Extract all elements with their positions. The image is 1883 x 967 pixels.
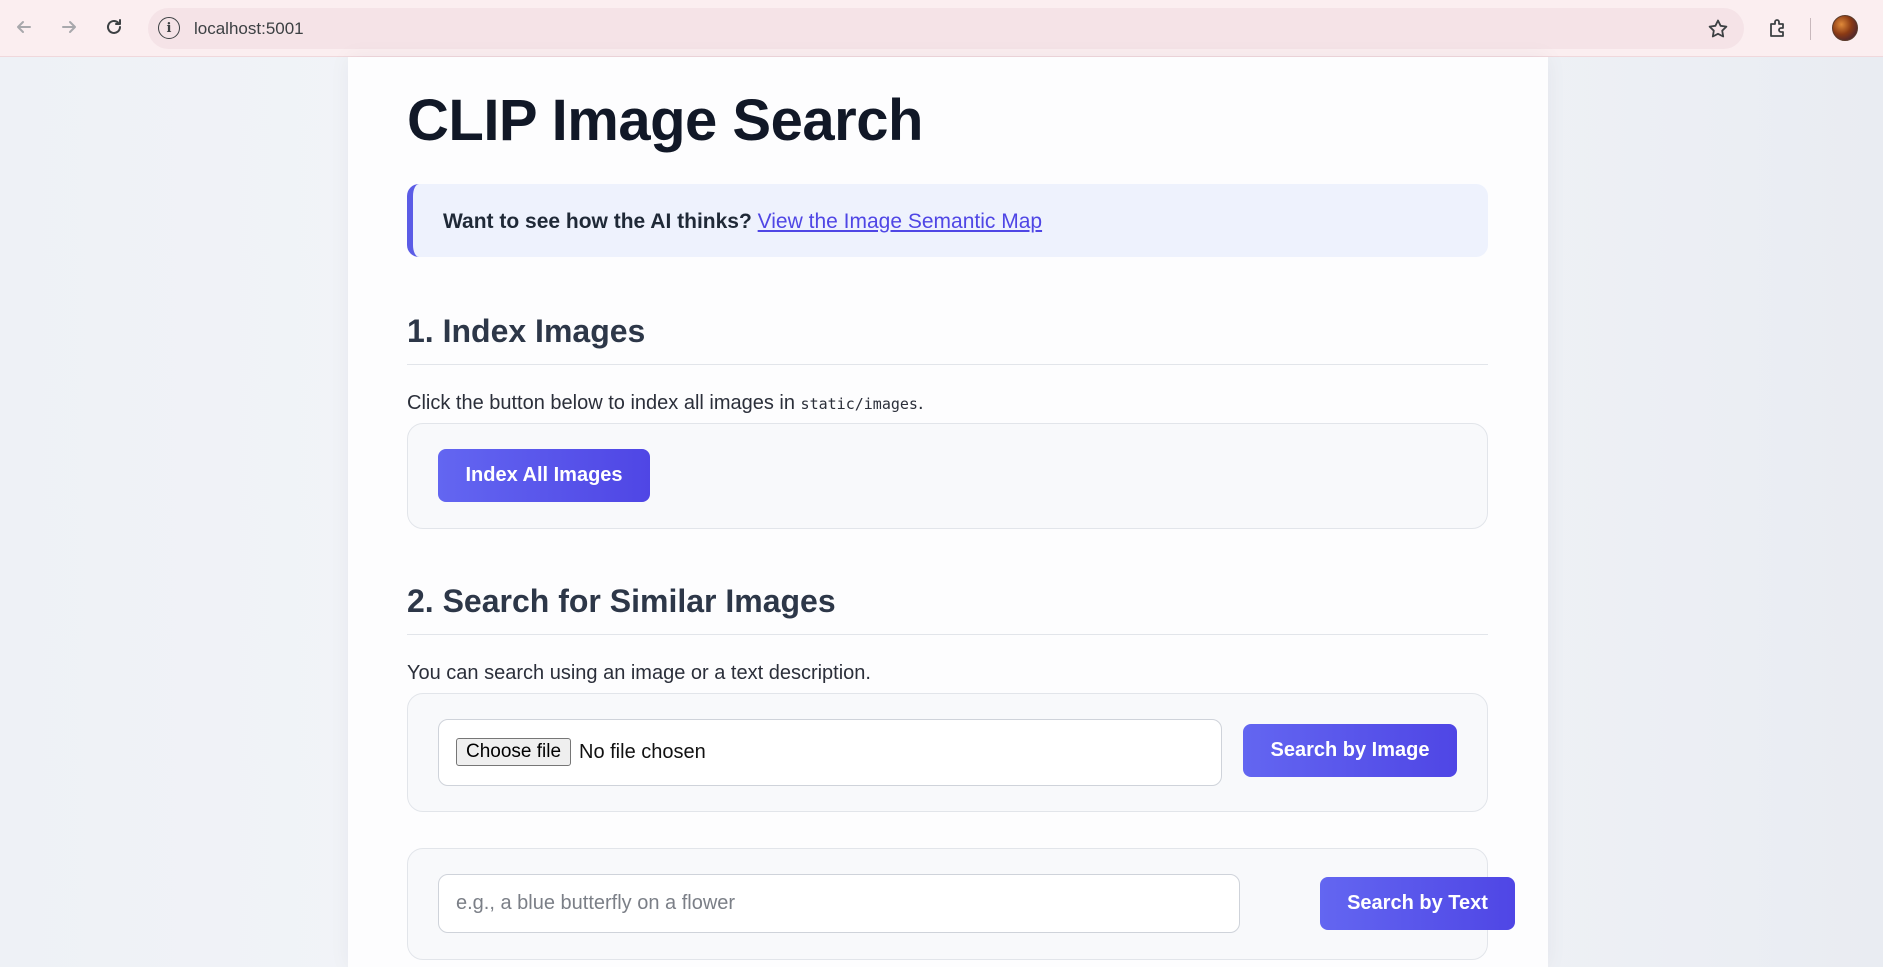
index-section-description: Click the button below to index all imag… bbox=[407, 392, 924, 415]
address-url: localhost:5001 bbox=[194, 19, 304, 38]
text-search-input[interactable] bbox=[438, 874, 1240, 933]
site-info-icon[interactable]: i bbox=[158, 17, 180, 39]
choose-file-button[interactable]: Choose file bbox=[456, 738, 572, 766]
image-search-card: Choose file No file chosen Search by Ima… bbox=[407, 693, 1488, 812]
extensions-icon[interactable] bbox=[1762, 12, 1794, 44]
semantic-map-link[interactable]: View the Image Semantic Map bbox=[758, 210, 1042, 233]
back-arrow-icon[interactable] bbox=[9, 12, 39, 42]
index-description-path: static/images bbox=[800, 395, 918, 413]
star-icon[interactable] bbox=[1706, 14, 1730, 48]
file-status-text: No file chosen bbox=[579, 741, 706, 763]
search-by-text-button[interactable]: Search by Text bbox=[1320, 877, 1515, 930]
search-by-image-button[interactable]: Search by Image bbox=[1243, 724, 1457, 777]
banner-lead-text: Want to see how the AI thinks? bbox=[443, 210, 752, 233]
image-file-input[interactable]: Choose file No file chosen bbox=[438, 719, 1222, 786]
index-all-images-button[interactable]: Index All Images bbox=[438, 449, 650, 502]
address-bar[interactable]: i localhost:5001 bbox=[148, 8, 1744, 49]
toolbar-divider bbox=[1810, 18, 1811, 40]
index-description-suffix: . bbox=[917, 392, 924, 414]
search-section-description: You can search using an image or a text … bbox=[407, 662, 871, 684]
reload-icon[interactable] bbox=[99, 12, 129, 42]
text-search-card: Search by Text bbox=[407, 848, 1515, 960]
browser-toolbar: i localhost:5001 bbox=[0, 0, 1883, 57]
index-section-heading: 1. Index Images bbox=[407, 313, 1488, 365]
index-description-prefix: Click the button below to index all imag… bbox=[407, 392, 801, 414]
forward-arrow-icon[interactable] bbox=[54, 12, 84, 42]
index-card: Index All Images bbox=[407, 423, 1488, 529]
search-section-heading: 2. Search for Similar Images bbox=[407, 583, 1488, 635]
profile-avatar[interactable] bbox=[1832, 15, 1858, 41]
main-container: CLIP Image Search Want to see how the AI… bbox=[348, 57, 1548, 967]
semantic-map-banner: Want to see how the AI thinks? View the … bbox=[407, 184, 1488, 257]
page-title: CLIP Image Search bbox=[407, 88, 923, 153]
